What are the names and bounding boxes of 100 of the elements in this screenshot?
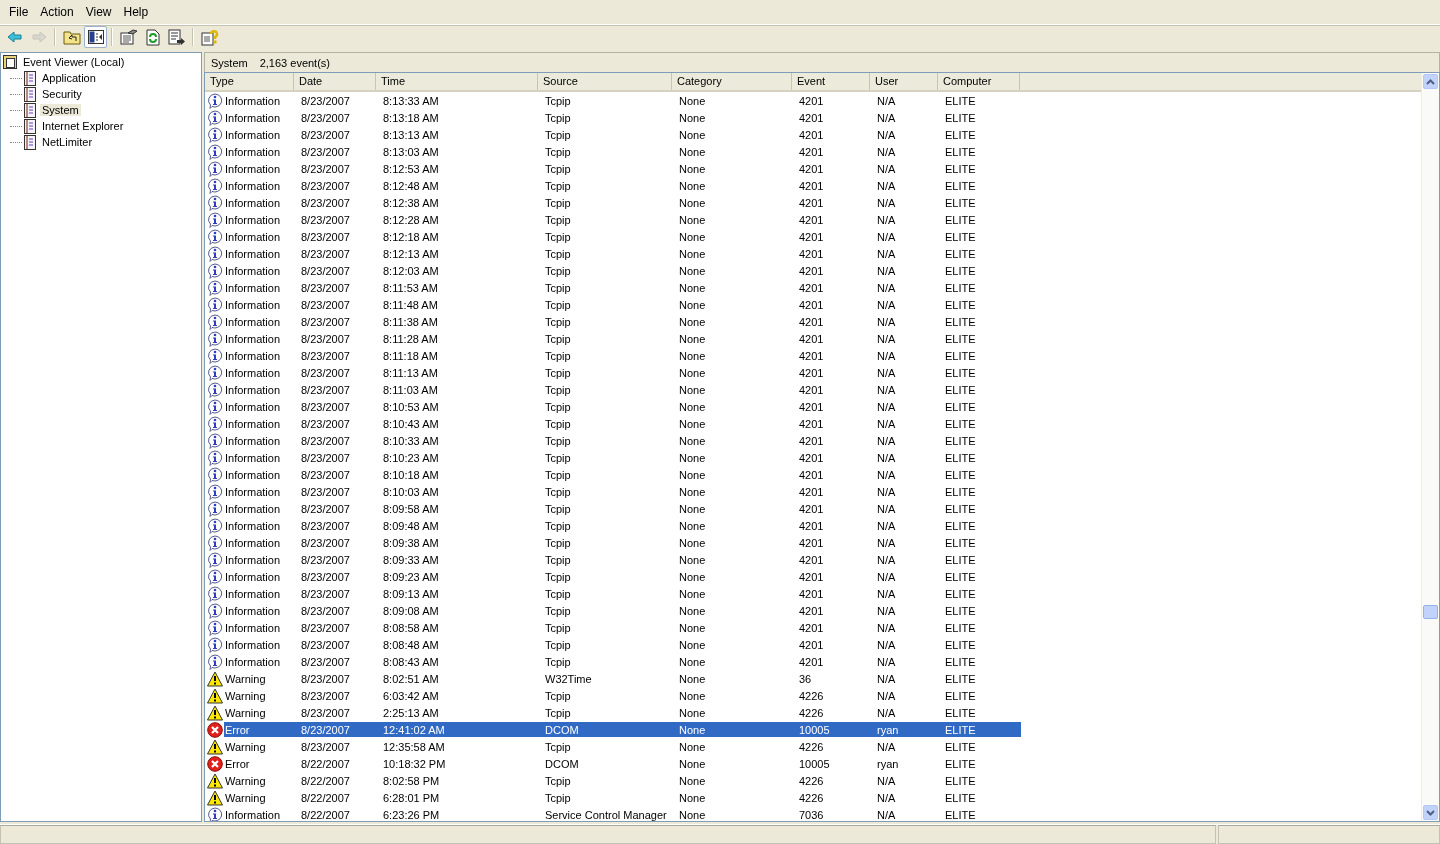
panel-toggle-icon[interactable] (84, 26, 107, 48)
tree-item[interactable]: Internet Explorer (40, 120, 126, 132)
tree-item[interactable]: System (40, 104, 81, 116)
table-cell-text: N/A (876, 774, 897, 787)
event-type[interactable]: Warning (224, 791, 295, 804)
event-type[interactable]: Information (224, 519, 295, 532)
scrollbar-thumb[interactable] (1423, 605, 1438, 619)
table-cell-text: ryan (876, 757, 900, 770)
table-cell-text: None (678, 247, 707, 260)
scroll-down-button[interactable] (1423, 805, 1438, 820)
event-type[interactable]: Information (224, 434, 295, 447)
event-type[interactable]: Information (224, 655, 295, 668)
event-type[interactable]: Warning (224, 689, 295, 702)
event-type[interactable]: Information (224, 553, 295, 566)
event-type[interactable]: Information (224, 162, 295, 175)
vertical-scrollbar[interactable] (1421, 73, 1439, 821)
table-cell-text: 8/23/2007 (300, 213, 351, 226)
event-type[interactable]: Information (224, 638, 295, 651)
menu-item[interactable]: View (79, 3, 118, 21)
event-type[interactable]: Information (224, 587, 295, 600)
event-type[interactable]: Warning (224, 774, 295, 787)
column-header[interactable]: Computer (938, 73, 1020, 90)
event-type[interactable]: Information (224, 400, 295, 413)
table-cell-text: N/A (876, 264, 897, 277)
table-cell-text: 8/22/2007 (300, 791, 351, 804)
event-type[interactable]: Warning (224, 740, 295, 753)
event-type[interactable]: Information (224, 128, 295, 141)
info-icon (207, 347, 223, 364)
event-type[interactable]: Information (224, 179, 295, 192)
tree-node[interactable]: Event Viewer (Local) (21, 56, 127, 68)
event-type[interactable]: Information (224, 213, 295, 226)
event-type[interactable]: Information (224, 366, 295, 379)
column-header[interactable]: Date (294, 73, 376, 90)
table-cell-text: N/A (876, 502, 897, 515)
tree-item[interactable]: Security (40, 88, 84, 100)
info-icon (207, 449, 223, 466)
event-type[interactable]: Information (224, 468, 295, 481)
menu-item[interactable]: Action (34, 3, 80, 21)
table-cell-text: N/A (876, 332, 897, 345)
event-type[interactable]: Information (224, 298, 295, 311)
table-cell-text: Tcpip (544, 196, 572, 209)
event-type[interactable]: Information (224, 485, 295, 498)
event-type[interactable]: Information (224, 417, 295, 430)
table-cell-text: Tcpip (544, 366, 572, 379)
event-type[interactable]: Information (224, 196, 295, 209)
tree-item[interactable]: NetLimiter (40, 136, 95, 148)
event-type[interactable]: Information (224, 621, 295, 634)
tree-item[interactable]: Application (40, 72, 98, 84)
event-type[interactable]: Information (224, 349, 295, 362)
event-type[interactable]: Information (224, 281, 295, 294)
event-type[interactable]: Warning (224, 672, 295, 685)
table-cell-text: 8/23/2007 (300, 638, 351, 651)
table-cell-text: 8/23/2007 (300, 298, 351, 311)
table-cell-text: Tcpip (544, 621, 572, 634)
table-cell-text: ELITE (944, 706, 977, 719)
event-type[interactable]: Error (224, 757, 295, 770)
event-type[interactable]: Information (224, 383, 295, 396)
table-cell-text: 4201 (798, 247, 825, 260)
table-cell-text: 8/23/2007 (300, 723, 351, 736)
event-type[interactable]: Information (224, 145, 295, 158)
table-cell-text: 4201 (798, 570, 825, 583)
column-header[interactable]: Event (792, 73, 870, 90)
column-header[interactable]: Type (205, 73, 294, 90)
event-type[interactable]: Information (224, 451, 295, 464)
column-header[interactable]: Category (672, 73, 792, 90)
table-cell-text: 8/23/2007 (300, 230, 351, 243)
menu-item[interactable]: Help (117, 3, 155, 21)
info-icon (207, 398, 223, 415)
table-cell-text: 8/23/2007 (300, 468, 351, 481)
table-cell-text: ELITE (944, 808, 977, 821)
table-cell-text: 8/23/2007 (300, 366, 351, 379)
event-type[interactable]: Information (224, 332, 295, 345)
table-cell-text: 12:35:58 AM (382, 740, 446, 753)
event-type[interactable]: Information (224, 570, 295, 583)
table-cell-text: N/A (876, 94, 897, 107)
export-list-icon[interactable] (165, 26, 188, 48)
event-type[interactable]: Information (224, 604, 295, 617)
column-header[interactable]: Source (538, 73, 672, 90)
menu-item[interactable]: File (3, 3, 35, 21)
event-type[interactable]: Information (224, 247, 295, 260)
column-header[interactable]: User (870, 73, 938, 90)
event-type[interactable]: Information (224, 502, 295, 515)
table-cell-text: N/A (876, 128, 897, 141)
table-cell-text: 8/23/2007 (300, 315, 351, 328)
event-type[interactable]: Error (224, 723, 295, 736)
table-cell-text: 8:12:28 AM (382, 213, 440, 226)
event-type[interactable]: Information (224, 315, 295, 328)
column-header[interactable]: Time (376, 73, 538, 90)
event-type[interactable]: Information (224, 111, 295, 124)
table-cell-text: N/A (876, 519, 897, 532)
event-type[interactable]: Information (224, 536, 295, 549)
table-cell-text: 4201 (798, 162, 825, 175)
event-type[interactable]: Information (224, 264, 295, 277)
event-type[interactable]: Warning (224, 706, 295, 719)
properties-icon[interactable] (117, 26, 140, 48)
scroll-up-button[interactable] (1423, 74, 1438, 89)
event-type[interactable]: Information (224, 94, 295, 107)
event-type[interactable]: Information (224, 230, 295, 243)
event-type[interactable]: Information (224, 808, 295, 821)
info-icon (207, 296, 223, 313)
